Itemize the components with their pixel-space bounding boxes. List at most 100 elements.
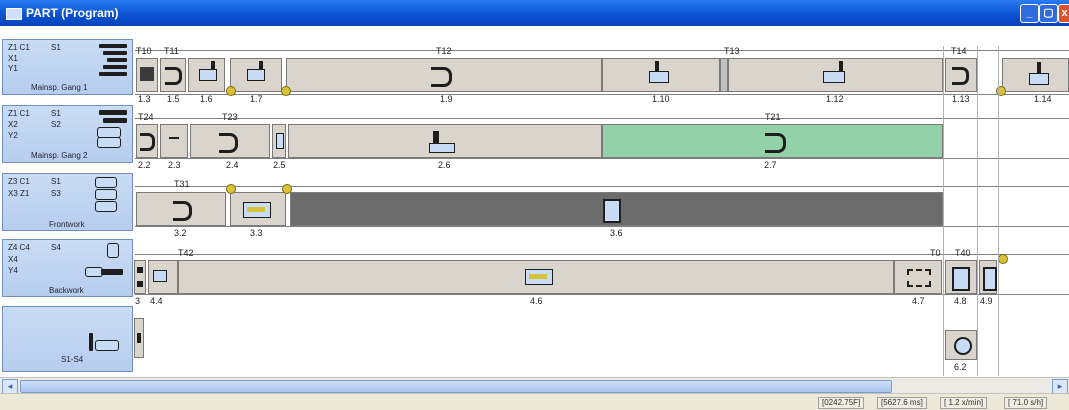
operation-block-4.6[interactable] — [178, 260, 894, 294]
probe-tool-icon — [983, 267, 997, 291]
timeline-area: Z1 C1 S1 X1 Y1 Mainsp. Gang 1 Z1 C1 S1 X… — [0, 26, 1069, 377]
tool-label: T40 — [955, 248, 971, 258]
channel-label: Z3 C1 — [8, 177, 30, 186]
operation-block-1.3[interactable] — [136, 58, 158, 92]
channel-label: X1 — [8, 54, 18, 63]
spindle-icon — [95, 340, 119, 351]
drill-bit-icon — [211, 61, 215, 70]
operation-block-1.9[interactable] — [286, 58, 602, 92]
stop-icon — [137, 281, 143, 287]
drill-tool-icon — [199, 69, 217, 81]
track-guide-line — [135, 254, 1069, 255]
operation-block-3.6[interactable] — [290, 192, 943, 226]
operation-block-4.8[interactable] — [945, 260, 977, 294]
channel-label: Z1 C1 — [8, 109, 30, 118]
parting-tool-icon — [169, 137, 179, 139]
operation-block-sync[interactable] — [720, 58, 728, 92]
channel-label: X2 — [8, 120, 18, 129]
tool-label: T10 — [136, 46, 152, 56]
operation-label: 2.7 — [764, 160, 777, 170]
horizontal-scrollbar[interactable]: ◂ ▸ — [0, 377, 1069, 394]
operation-block-4.9[interactable] — [979, 260, 997, 294]
operation-label: 1.13 — [952, 94, 970, 104]
operation-block-1.6[interactable] — [188, 58, 225, 92]
status-cell: [5627.6 ms] — [877, 397, 927, 409]
channel-panel-5[interactable]: S1-S4 — [2, 306, 133, 372]
channel-label: X4 — [8, 255, 18, 264]
operation-label: 4.9 — [980, 296, 993, 306]
operation-block-1.7[interactable] — [230, 58, 282, 92]
spindle-icon — [103, 51, 127, 55]
operation-block-3.2[interactable] — [136, 192, 226, 226]
operation-label: 3.6 — [610, 228, 623, 238]
channel-label: Z1 C1 — [8, 43, 30, 52]
operation-block-2.3[interactable] — [160, 124, 188, 158]
maximize-button[interactable]: ▢ — [1039, 4, 1058, 23]
column-separator — [943, 46, 944, 376]
channel-panel-4[interactable]: Z4 C4 S4 X4 Y4 Backwork — [2, 239, 133, 297]
spindle-icon — [99, 44, 127, 48]
stop-icon — [137, 333, 141, 343]
operation-block-marker[interactable] — [134, 318, 144, 358]
spindle-icon — [103, 65, 127, 69]
operation-label: 4.7 — [912, 296, 925, 306]
operation-block-3[interactable] — [134, 260, 146, 294]
operation-label: 6.2 — [954, 362, 967, 372]
drill-bit-icon — [1037, 62, 1041, 73]
channel-panel-2[interactable]: Z1 C1 S1 X2 S2 Y2 Mainsp. Gang 2 — [2, 105, 133, 163]
chuck-icon — [107, 243, 119, 258]
sync-marker-icon[interactable] — [998, 254, 1008, 264]
operation-block-2.5[interactable] — [272, 124, 286, 158]
operation-block-2.6[interactable] — [288, 124, 602, 158]
drill-tool-icon — [823, 71, 845, 83]
operation-block-1.10[interactable] — [602, 58, 720, 92]
operation-block-4.4[interactable] — [148, 260, 178, 294]
turning-tool-icon — [952, 67, 969, 85]
sync-marker-icon[interactable] — [282, 184, 292, 194]
scroll-thumb[interactable] — [20, 380, 892, 393]
operation-label: 4.8 — [954, 296, 967, 306]
operation-block-1.14[interactable] — [1002, 58, 1069, 92]
operation-block-2.2[interactable] — [136, 124, 158, 158]
channel-label: Z4 C4 — [8, 243, 30, 252]
status-cell: [0242.75F] — [818, 397, 865, 409]
operation-block-3.3[interactable] — [230, 192, 286, 226]
scroll-right-arrow-icon[interactable]: ▸ — [1052, 379, 1068, 394]
sync-marker-icon[interactable] — [226, 184, 236, 194]
minimize-button[interactable]: _ — [1020, 4, 1039, 23]
tool-label: T23 — [222, 112, 238, 122]
status-cell: [ 1.2 x/min] — [940, 397, 988, 409]
turning-tool-icon — [173, 201, 192, 221]
tool-label: T13 — [724, 46, 740, 56]
chuck-icon — [95, 189, 117, 200]
operation-label: 1.12 — [826, 94, 844, 104]
sync-marker-icon[interactable] — [226, 86, 236, 96]
tool-label: T42 — [178, 248, 194, 258]
channel-label: S2 — [51, 120, 61, 129]
channel-label: S1 — [51, 177, 61, 186]
close-button[interactable]: x — [1058, 4, 1069, 23]
channel-panel-3[interactable]: Z3 C1 S1 X3 Z1 S3 Frontwork — [2, 173, 133, 231]
channel-label: Y1 — [8, 64, 18, 73]
spindle-icon — [107, 58, 127, 62]
operation-label: 1.9 — [440, 94, 453, 104]
drill-tool-icon — [153, 270, 167, 282]
scroll-left-arrow-icon[interactable]: ◂ — [2, 379, 18, 394]
sync-marker-icon[interactable] — [281, 86, 291, 96]
operation-block-1.5[interactable] — [160, 58, 186, 92]
channel-label: Y2 — [8, 131, 18, 140]
operation-block-2.7[interactable] — [602, 124, 943, 158]
operation-label: 1.14 — [1034, 94, 1052, 104]
window-title: PART (Program) — [26, 6, 119, 20]
channel-name: Frontwork — [49, 220, 85, 229]
operation-block-2.4[interactable] — [190, 124, 270, 158]
operation-block-1.13[interactable] — [945, 58, 977, 92]
channel-panel-1[interactable]: Z1 C1 S1 X1 Y1 Mainsp. Gang 1 — [2, 39, 133, 95]
tool-label: T14 — [951, 46, 967, 56]
operation-block-4.7[interactable] — [894, 260, 942, 294]
drill-tool-icon — [276, 133, 284, 149]
operation-block-1.12[interactable] — [728, 58, 943, 92]
channel-label: X3 Z1 — [8, 189, 30, 198]
operation-block-6.2[interactable] — [945, 330, 977, 360]
turning-tool-icon — [219, 133, 238, 153]
